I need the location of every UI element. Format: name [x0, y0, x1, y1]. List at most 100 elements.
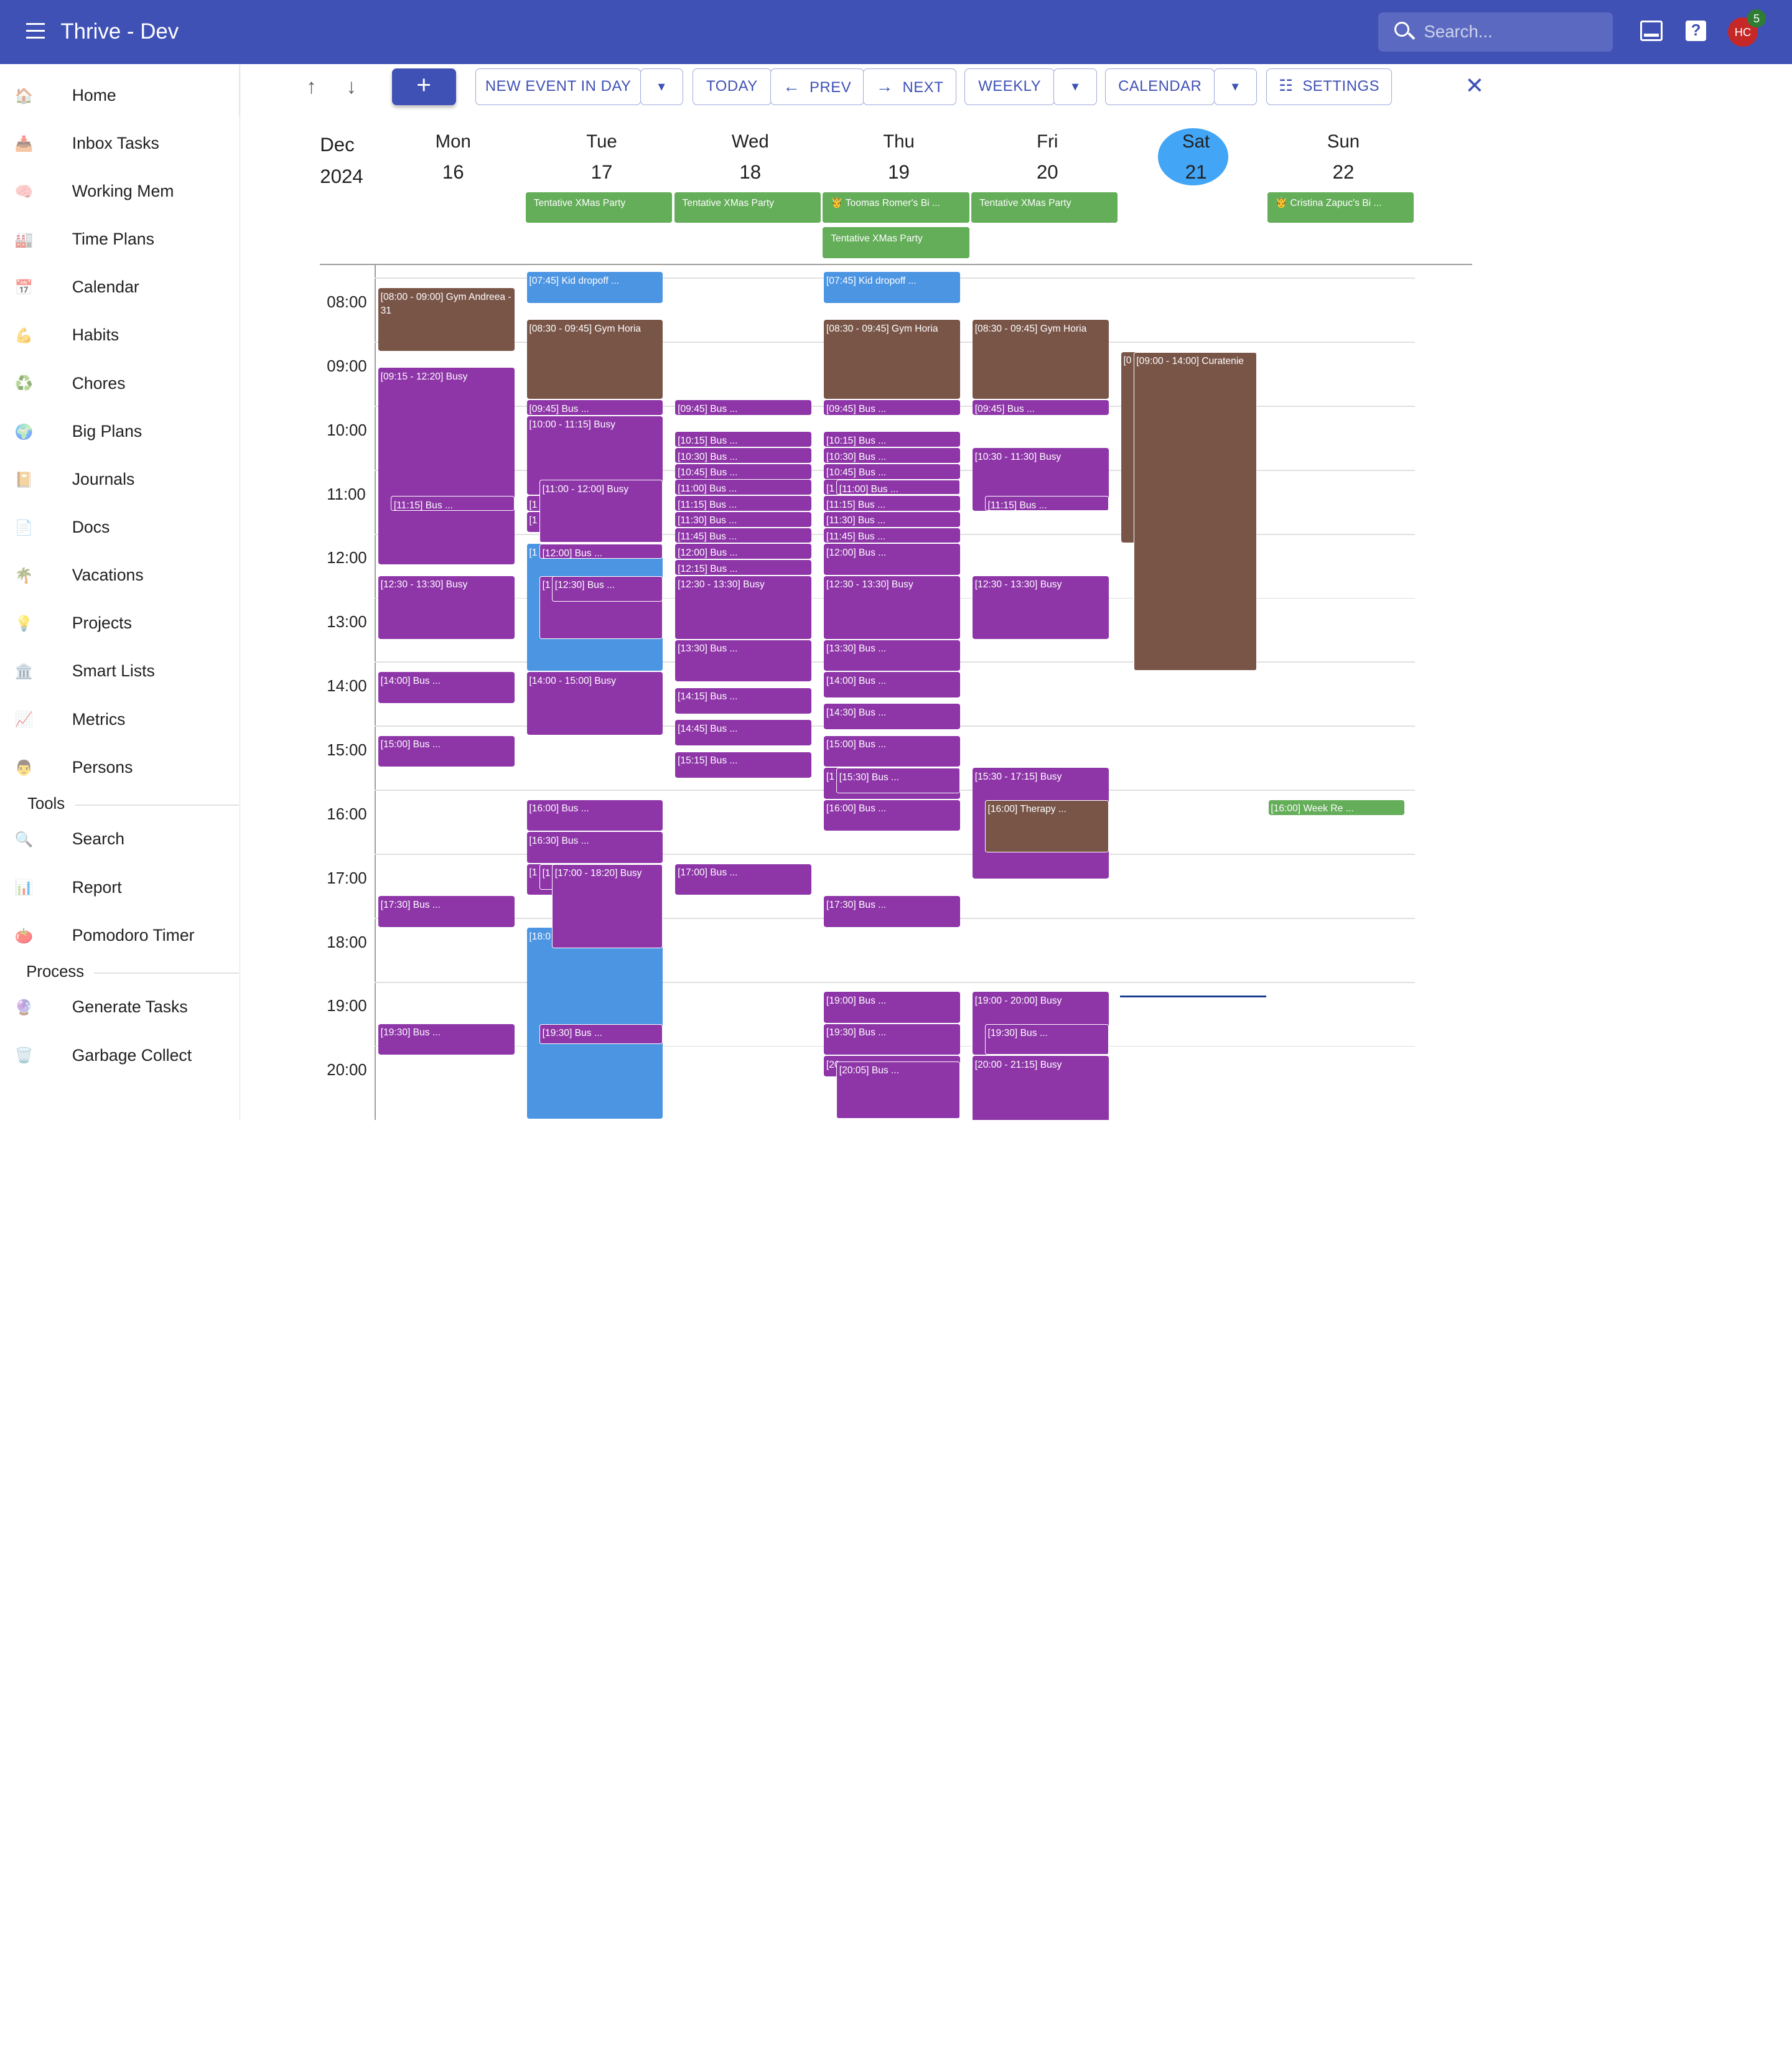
- calendar-event[interactable]: [09:00 - 14:00] Curatenie: [1133, 352, 1258, 671]
- sidebar-item-docs[interactable]: 📄 Docs: [0, 504, 239, 552]
- calendar-event[interactable]: [14:30] Bus ...: [824, 704, 960, 730]
- calendar-event[interactable]: [13:30] Bus ...: [824, 640, 960, 671]
- calendar-event[interactable]: [11:30] Bus ...: [824, 511, 960, 527]
- calendar-event[interactable]: [16:00] Bus ...: [526, 800, 663, 831]
- day-name-wed[interactable]: Wed: [716, 131, 785, 152]
- calendar-event[interactable]: [15:00] Bus ...: [378, 735, 515, 767]
- calendar-event[interactable]: [10:45] Bus ...: [824, 464, 960, 479]
- close-icon[interactable]: ✕: [1465, 72, 1485, 99]
- calendar-event[interactable]: [17:30] Bus ...: [378, 895, 515, 927]
- chevron-down-icon[interactable]: ▾: [1213, 68, 1258, 105]
- calendar-event[interactable]: [08:00 - 09:00] Gym Andreea - 31: [378, 287, 515, 351]
- calendar-event[interactable]: [08:30 - 09:45] Gym Horia: [824, 320, 960, 399]
- calendar-event[interactable]: [17:00 - 18:20] Busy: [552, 864, 663, 948]
- sidebar-item-big-plans[interactable]: 🌍 Big Plans: [0, 408, 239, 456]
- calendar-event[interactable]: [16:00] Bus ...: [824, 800, 960, 831]
- calendar-event[interactable]: [20:05] Bus ...: [836, 1061, 960, 1119]
- sidebar-item-chores[interactable]: ♻️ Chores: [0, 360, 239, 408]
- settings-button[interactable]: ☷ SETTINGS: [1266, 68, 1393, 105]
- sidebar-item-garbage-collect[interactable]: 🗑️ Garbage Collect: [0, 1032, 239, 1080]
- day-name-mon[interactable]: Mon: [419, 131, 487, 152]
- sidebar-item-metrics[interactable]: 📈 Metrics: [0, 696, 239, 744]
- day-number[interactable]: 21: [1162, 161, 1230, 184]
- calendar-event[interactable]: [14:00] Bus ...: [824, 671, 960, 697]
- all-day-event[interactable]: 🤴 Toomas Romer's Bi ...: [823, 192, 969, 223]
- all-day-event[interactable]: Tentative XMas Party: [674, 192, 821, 223]
- calendar-event[interactable]: [18:0 Gathering: [526, 928, 663, 1119]
- calendar-event[interactable]: [10:30] Bus ...: [675, 447, 812, 463]
- calendar-event[interactable]: [07:45] Kid dropoff ...: [526, 272, 663, 303]
- prev-button[interactable]: ← PREV: [770, 68, 864, 105]
- calendar-event[interactable]: [14:15] Bus ...: [675, 688, 812, 714]
- chevron-down-icon[interactable]: ▾: [1053, 68, 1098, 105]
- calendar-event[interactable]: [19:30] Bus ...: [984, 1024, 1109, 1055]
- calendar-event[interactable]: [13:30] Bus ...: [675, 640, 812, 682]
- calendar-event[interactable]: [15:30] Bus ...: [836, 768, 960, 794]
- calendar-event[interactable]: [11:15] Bus ...: [391, 496, 515, 511]
- day-name-tue[interactable]: Tue: [567, 131, 636, 152]
- calendar-event[interactable]: [07:45] Kid dropoff ...: [824, 272, 960, 303]
- calendar-event[interactable]: [09:45] Bus ...: [973, 399, 1109, 415]
- calendar-event[interactable]: [08:30 - 09:45] Gym Horia: [526, 320, 663, 399]
- calendar-event[interactable]: [09:45] Bus ...: [675, 399, 812, 415]
- calendar-event[interactable]: [12:30] Bus ...: [552, 576, 663, 602]
- sidebar-item-inbox-tasks[interactable]: 📥 Inbox Tasks: [0, 120, 239, 168]
- calendar-event[interactable]: [11:15] Bus ...: [824, 496, 960, 511]
- calendar-event[interactable]: [11:30] Bus ...: [675, 511, 812, 527]
- add-event-button[interactable]: +: [391, 68, 456, 105]
- calendar-event[interactable]: [19:30] Bus ...: [378, 1024, 515, 1055]
- sidebar-item-journals[interactable]: 📔 Journals: [0, 456, 239, 504]
- next-button[interactable]: → NEXT: [862, 68, 957, 105]
- search-box[interactable]: [1378, 12, 1613, 52]
- search-input[interactable]: [1424, 12, 1607, 52]
- calendar-event[interactable]: [16:00] Therapy ...: [984, 800, 1109, 852]
- calendar-event[interactable]: [15:00] Bus ...: [824, 735, 960, 767]
- sidebar-item-vacations[interactable]: 🌴 Vacations: [0, 552, 239, 600]
- calendar-event[interactable]: [12:30 - 13:30] Busy: [973, 576, 1109, 639]
- weekly-button[interactable]: WEEKLY: [964, 68, 1055, 105]
- all-day-event[interactable]: 🤴 Cristina Zapuc's Bi ...: [1267, 192, 1414, 223]
- day-number[interactable]: 19: [864, 161, 933, 184]
- calendar-event[interactable]: [10:30] Bus ...: [824, 447, 960, 463]
- sidebar-item-habits[interactable]: 💪 Habits: [0, 312, 239, 360]
- sidebar-item-pomodoro-timer[interactable]: 🍅 Pomodoro Timer: [0, 912, 239, 960]
- day-name-thu[interactable]: Thu: [864, 131, 933, 152]
- calendar-event[interactable]: [14:00] Bus ...: [378, 671, 515, 703]
- calendar-event[interactable]: [19:30] Bus ...: [539, 1024, 663, 1045]
- day-number[interactable]: 16: [419, 161, 487, 184]
- sidebar-item-time-plans[interactable]: 🏭 Time Plans: [0, 216, 239, 264]
- calendar-event[interactable]: [11:15] Bus ...: [984, 496, 1109, 511]
- calendar-event[interactable]: [11:45] Bus ...: [824, 528, 960, 543]
- sidebar-item-calendar[interactable]: 📅 Calendar: [0, 264, 239, 312]
- sidebar-item-projects[interactable]: 💡 Projects: [0, 600, 239, 648]
- sidebar-item-search[interactable]: 🔍 Search: [0, 816, 239, 864]
- calendar-event[interactable]: [12:30 - 13:30] Busy: [675, 576, 812, 639]
- arrow-up-icon[interactable]: ↑: [306, 75, 317, 99]
- calendar-event[interactable]: [08:30 - 09:45] Gym Horia: [973, 320, 1109, 399]
- calendar-view-button[interactable]: CALENDAR: [1105, 68, 1215, 105]
- calendar-event[interactable]: [14:00 - 15:00] Busy: [526, 671, 663, 735]
- all-day-event[interactable]: Tentative XMas Party: [971, 192, 1118, 223]
- day-number[interactable]: 20: [1013, 161, 1081, 184]
- day-number[interactable]: 22: [1309, 161, 1378, 184]
- calendar-event[interactable]: [09:15 - 12:20] Busy: [378, 368, 515, 564]
- day-number[interactable]: 18: [716, 161, 785, 184]
- calendar-event[interactable]: [12:00] Bus ...: [675, 544, 812, 559]
- day-number[interactable]: 17: [567, 161, 636, 184]
- calendar-event[interactable]: [17:30] Bus ...: [824, 895, 960, 927]
- day-name-sun[interactable]: Sun: [1309, 131, 1378, 152]
- calendar-event[interactable]: [10:45] Bus ...: [675, 464, 812, 479]
- calendar-event[interactable]: [11:00 - 12:00] Busy: [539, 480, 663, 543]
- calendar-event[interactable]: [12:30 - 13:30] Busy: [378, 576, 515, 639]
- calendar-event[interactable]: [09:45] Bus ...: [526, 399, 663, 415]
- sidebar-item-home[interactable]: 🏠 Home: [0, 72, 239, 120]
- all-day-event[interactable]: Tentative XMas Party: [823, 227, 969, 259]
- sidebar-item-smart-lists[interactable]: 🏛️ Smart Lists: [0, 648, 239, 696]
- calendar-event[interactable]: [19:30] Bus ...: [824, 1024, 960, 1055]
- day-name-sat[interactable]: Sat: [1162, 131, 1230, 152]
- all-day-event[interactable]: Tentative XMas Party: [525, 192, 672, 223]
- calendar-event[interactable]: [16:30] Bus ...: [526, 832, 663, 863]
- calendar-event[interactable]: [19:00] Bus ...: [824, 992, 960, 1023]
- calendar-event[interactable]: [11:15] Bus ...: [675, 496, 812, 511]
- calendar-event[interactable]: [15:15] Bus ...: [675, 752, 812, 778]
